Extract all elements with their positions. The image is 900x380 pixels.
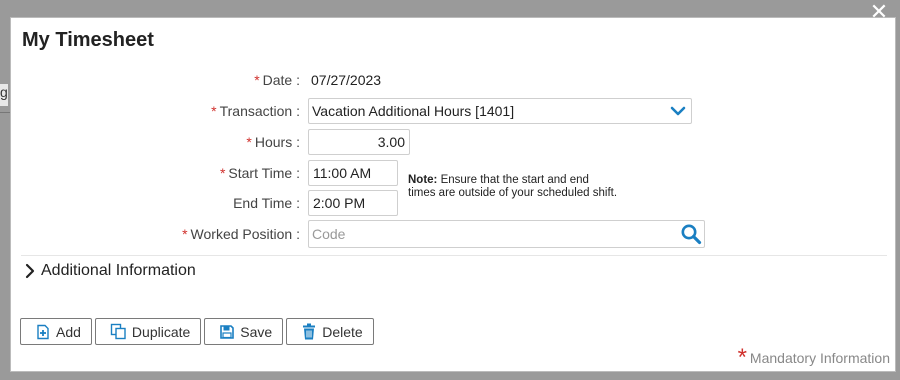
start-time-label: * Start Time : — [219, 165, 300, 181]
trash-icon — [303, 323, 316, 340]
worked-position-input[interactable]: Code — [308, 220, 705, 248]
section-divider — [21, 255, 887, 256]
mandatory-info-label: Mandatory Information — [749, 350, 890, 366]
end-time-label: End Time : — [233, 195, 300, 211]
transaction-row: * Transaction : — [11, 98, 300, 124]
required-marker: * — [219, 165, 226, 181]
mandatory-info: * Mandatory Information — [737, 344, 890, 371]
start-time-input[interactable]: 11:00 AM — [308, 160, 398, 186]
worked-position-row: * Worked Position : — [11, 221, 300, 247]
mandatory-star-icon: * — [737, 344, 747, 371]
duplicate-button[interactable]: Duplicate — [94, 318, 202, 345]
required-marker: * — [246, 134, 252, 150]
transaction-value: Vacation Additional Hours [1401] — [312, 103, 515, 119]
save-button-label: Save — [240, 323, 273, 340]
required-marker: * — [254, 72, 260, 88]
add-document-icon — [37, 324, 49, 339]
time-note: Note: Ensure that the start and end time… — [408, 174, 618, 200]
additional-info-label: Additional Information — [41, 262, 196, 279]
save-icon — [220, 324, 235, 339]
add-button[interactable]: Add — [20, 318, 92, 345]
required-marker: * — [211, 103, 217, 119]
note-heading: Note: — [408, 174, 438, 186]
dialog-title: My Timesheet — [22, 29, 154, 51]
add-button-label: Add — [56, 323, 81, 340]
note-text: Ensure that the start and end times are … — [408, 174, 618, 199]
chevron-down-icon — [670, 106, 686, 116]
worked-position-placeholder: Code — [312, 226, 346, 242]
duplicate-icon — [110, 323, 126, 340]
action-buttons: Add Duplicate Save Delete — [20, 318, 374, 345]
hours-input[interactable]: 3.00 — [308, 129, 410, 155]
date-value: 07/27/2023 — [311, 72, 382, 88]
delete-button[interactable]: Delete — [286, 318, 374, 345]
close-button[interactable]: ✕ — [869, 1, 889, 23]
end-time-row: End Time : — [11, 190, 300, 216]
timesheet-dialog: ✕ My Timesheet * Date : 07/27/2023 * Trans… — [10, 1, 896, 372]
save-button[interactable]: Save — [204, 318, 284, 345]
hours-label: * Hours : — [246, 134, 300, 150]
additional-info-toggle[interactable]: Additional Information — [23, 260, 196, 282]
transaction-label: * Transaction : — [211, 103, 300, 119]
date-label: * Date : — [254, 72, 300, 88]
transaction-select[interactable]: Vacation Additional Hours [1401] — [308, 98, 692, 124]
date-row: * Date : — [11, 67, 300, 93]
worked-position-label: * Worked Position : — [182, 226, 300, 242]
search-icon[interactable] — [680, 223, 702, 245]
required-marker: * — [182, 226, 188, 242]
delete-button-label: Delete — [322, 323, 363, 340]
end-time-input[interactable]: 2:00 PM — [308, 190, 398, 216]
hours-row: * Hours : — [11, 129, 300, 155]
chevron-right-icon — [25, 263, 35, 279]
duplicate-button-label: Duplicate — [131, 323, 191, 340]
start-time-row: * Start Time : — [11, 160, 300, 186]
